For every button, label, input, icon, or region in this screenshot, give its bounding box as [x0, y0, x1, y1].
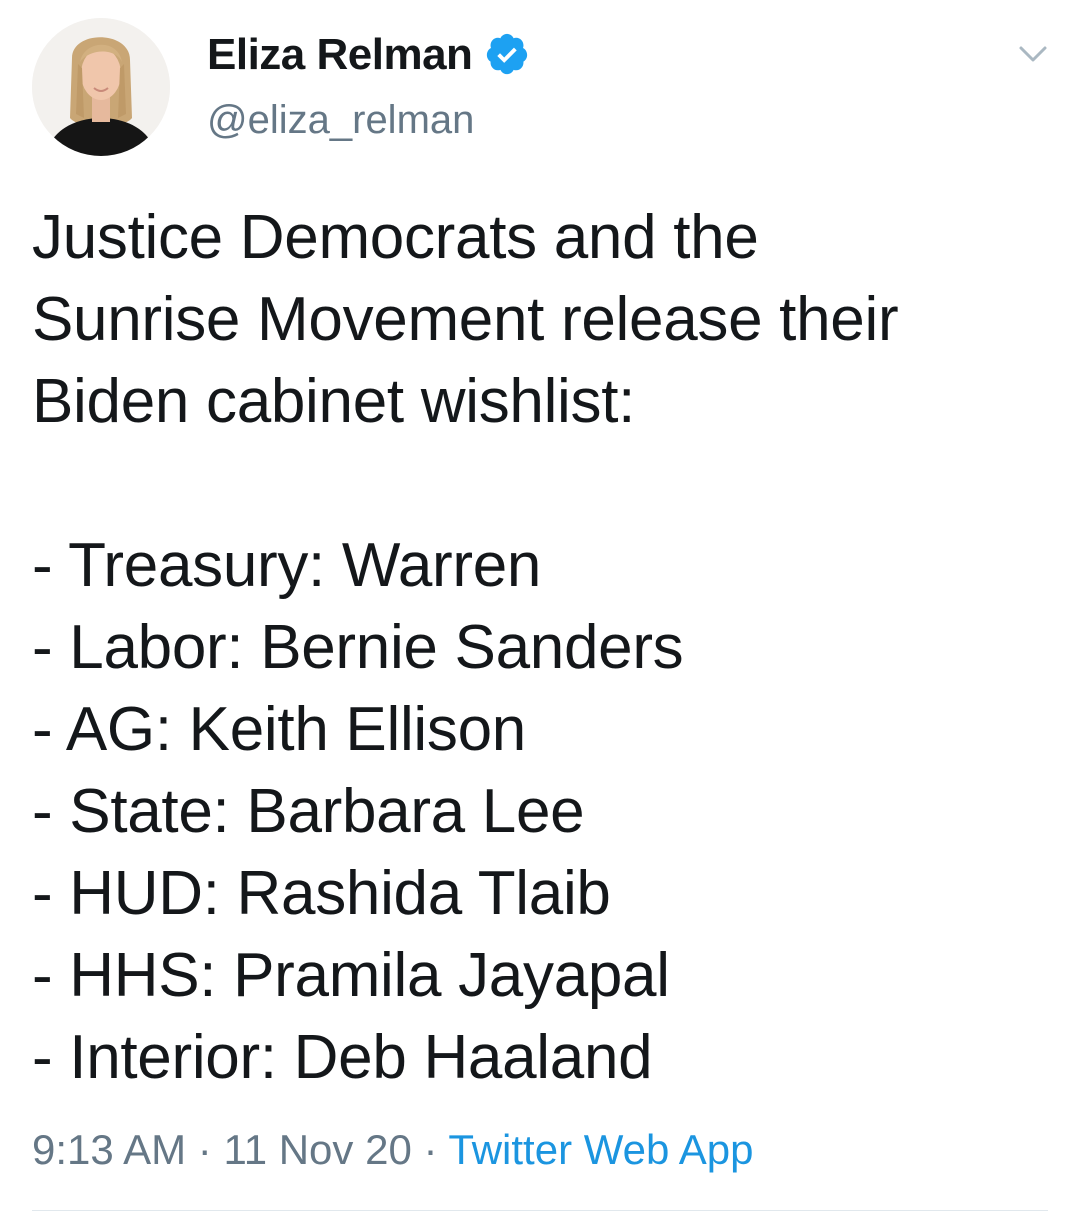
chevron-down-icon[interactable]: [1013, 40, 1053, 68]
tweet-source-link[interactable]: Twitter Web App: [448, 1126, 753, 1173]
profile-photo: [32, 18, 170, 156]
tweet-time[interactable]: 9:13 AM: [32, 1126, 186, 1173]
meta-separator: ·: [423, 1126, 438, 1173]
author-handle[interactable]: @eliza_relman: [207, 96, 474, 144]
avatar[interactable]: [32, 18, 170, 156]
divider: [32, 1210, 1048, 1211]
tweet-date[interactable]: 11 Nov 20: [223, 1126, 411, 1173]
tweet-meta: 9:13 AM · 11 Nov 20 · Twitter Web App: [32, 1124, 753, 1176]
meta-separator: ·: [197, 1126, 212, 1173]
display-name[interactable]: Eliza Relman: [207, 29, 473, 81]
tweet-text: Justice Democrats and the Sunrise Moveme…: [32, 203, 899, 1092]
verified-badge-icon: [486, 33, 528, 75]
